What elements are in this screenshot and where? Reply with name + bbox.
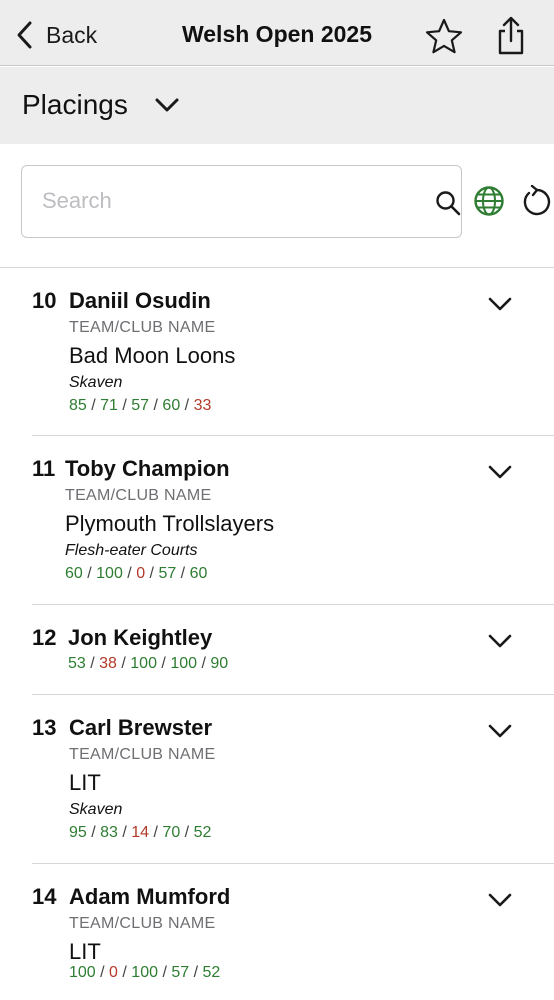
score-value: 71 [100, 397, 118, 414]
score-list: 95 / 83 / 14 / 70 / 52 [69, 824, 212, 841]
list-item[interactable]: 10 Daniil Osudin TEAM/CLUB NAME Bad Moon… [32, 268, 554, 436]
placing-rank: 10 [32, 288, 57, 313]
score-value: 100 [69, 964, 96, 981]
globe-icon[interactable] [473, 185, 505, 217]
view-selector-bar: Placings [0, 67, 554, 144]
star-icon[interactable] [424, 17, 464, 57]
navigation-bar: Back Welsh Open 2025 [0, 0, 554, 66]
score-value: 0 [136, 565, 146, 582]
team-name: LIT [69, 770, 101, 795]
score-value: 85 [69, 397, 87, 414]
search-icon[interactable] [435, 190, 461, 216]
chevron-down-icon[interactable] [487, 463, 513, 481]
score-value: 100 [170, 655, 198, 672]
score-value: 60 [65, 565, 83, 582]
search-input[interactable] [42, 166, 412, 236]
list-item[interactable]: 13 Carl Brewster TEAM/CLUB NAME LIT Skav… [32, 695, 554, 864]
chevron-down-icon[interactable] [487, 295, 513, 313]
team-label: TEAM/CLUB NAME [69, 915, 216, 932]
chevron-left-icon [17, 21, 32, 49]
share-icon[interactable] [492, 15, 530, 57]
placing-rank: 14 [32, 884, 57, 909]
back-label: Back [46, 21, 98, 48]
refresh-icon[interactable] [521, 185, 551, 217]
faction: Flesh-eater Courts [65, 542, 198, 559]
score-value: 100 [130, 655, 157, 672]
score-value: 90 [210, 655, 229, 672]
score-list: 53 / 38 / 100 / 100 / 90 [68, 655, 229, 672]
back-button[interactable]: Back [14, 18, 97, 52]
score-value: 70 [162, 824, 181, 841]
score-list: 85 / 71 / 57 / 60 / 33 [69, 397, 212, 414]
list-item[interactable]: 11 Toby Champion TEAM/CLUB NAME Plymouth… [32, 436, 554, 605]
player-name: Carl Brewster [69, 715, 213, 740]
placing-rank: 11 [32, 456, 56, 481]
chevron-down-icon[interactable] [487, 891, 513, 909]
list-item[interactable]: 14 Adam Mumford TEAM/CLUB NAME LIT 100 /… [32, 864, 554, 1000]
player-name: Toby Champion [65, 456, 230, 481]
team-label: TEAM/CLUB NAME [69, 319, 216, 336]
score-value: 83 [100, 824, 118, 841]
team-name: LIT [69, 939, 101, 964]
score-value: 60 [162, 397, 181, 414]
search-field [21, 165, 462, 238]
score-value: 60 [189, 565, 208, 582]
score-list: 100 / 0 / 100 / 57 / 52 [69, 964, 221, 981]
score-value: 95 [69, 824, 87, 841]
player-name: Daniil Osudin [69, 288, 211, 313]
score-value: 38 [99, 655, 117, 672]
view-dropdown[interactable]: Placings [22, 89, 180, 121]
placings-list: 10 Daniil Osudin TEAM/CLUB NAME Bad Moon… [0, 268, 554, 1000]
team-label: TEAM/CLUB NAME [65, 487, 212, 504]
team-label: TEAM/CLUB NAME [69, 746, 216, 763]
score-value: 14 [131, 824, 150, 841]
player-name: Adam Mumford [69, 884, 231, 909]
score-value: 33 [193, 397, 212, 414]
placing-rank: 13 [32, 715, 57, 740]
score-value: 0 [109, 964, 118, 981]
chevron-down-icon[interactable] [487, 722, 513, 740]
score-value: 100 [96, 565, 123, 582]
score-value: 52 [193, 824, 212, 841]
list-item[interactable]: 12 Jon Keightley 53 / 38 / 100 / 100 / 9… [32, 605, 554, 695]
view-dropdown-label: Placings [22, 89, 128, 120]
score-value: 57 [171, 964, 190, 981]
score-value: 100 [131, 964, 158, 981]
faction: Skaven [69, 801, 123, 818]
score-value: 57 [131, 397, 150, 414]
faction: Skaven [69, 374, 123, 391]
score-value: 57 [158, 565, 177, 582]
player-name: Jon Keightley [68, 625, 213, 650]
chevron-down-icon [155, 98, 179, 112]
score-value: 53 [68, 655, 86, 672]
chevron-down-icon[interactable] [487, 632, 513, 650]
placing-rank: 12 [32, 625, 57, 650]
team-name: Plymouth Trollslayers [65, 511, 275, 536]
score-list: 60 / 100 / 0 / 57 / 60 [65, 565, 208, 582]
score-value: 52 [202, 964, 221, 981]
team-name: Bad Moon Loons [69, 343, 236, 368]
